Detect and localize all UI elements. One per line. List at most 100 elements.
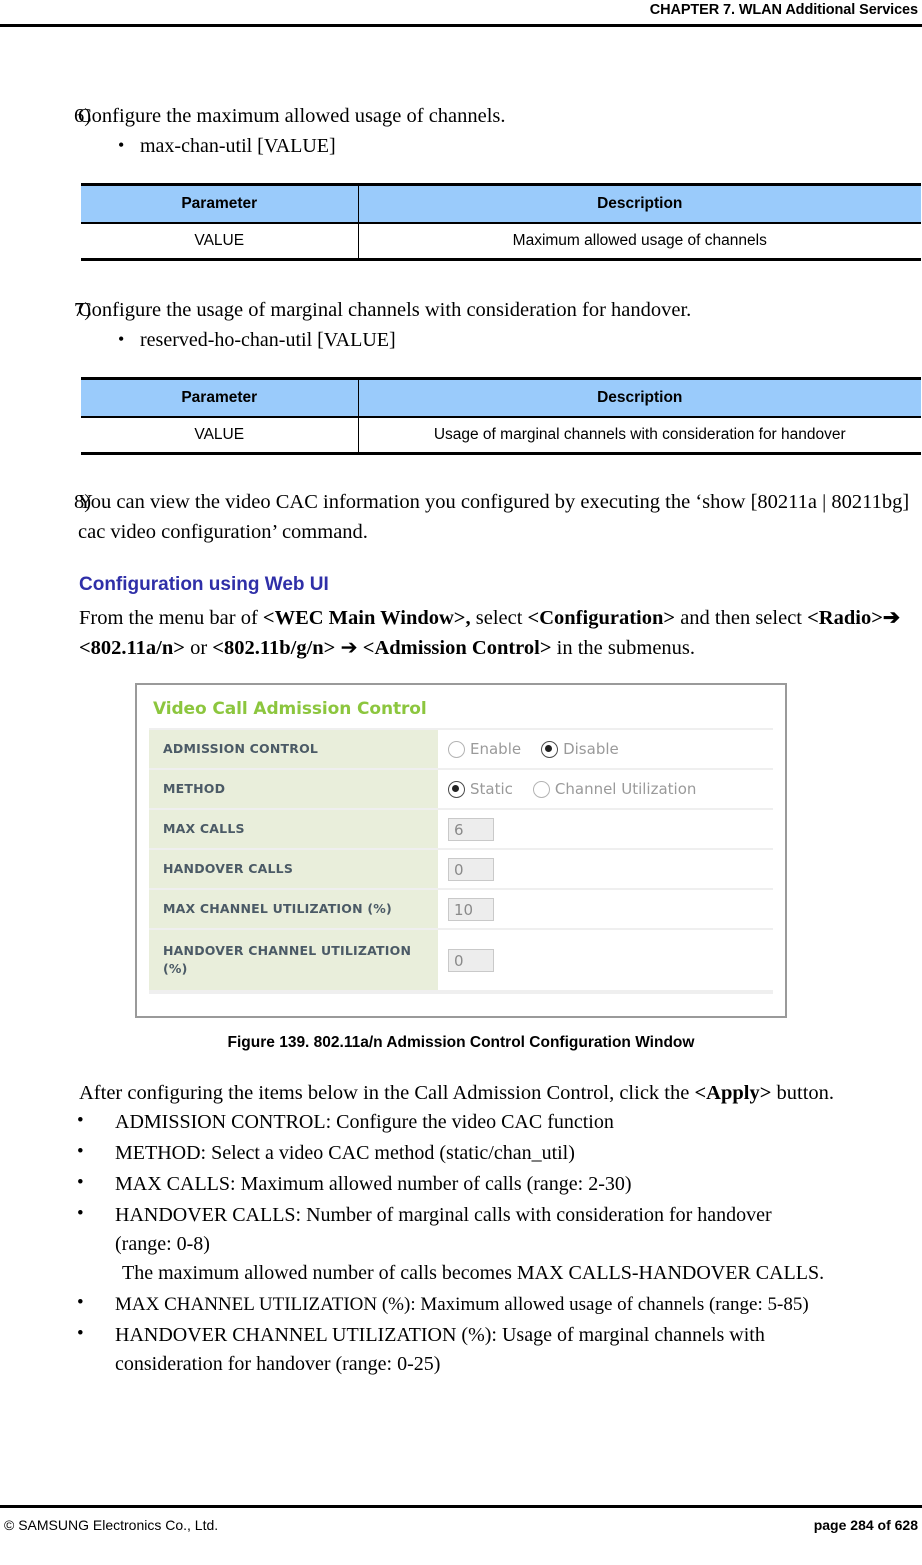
bullet-dot-icon: • — [77, 1203, 84, 1224]
list-item: • MAX CALLS: Maximum allowed number of c… — [0, 1170, 922, 1199]
footer-divider — [0, 1505, 922, 1508]
table-header-description: Description — [358, 183, 921, 224]
bullet-text-admission-control: ADMISSION CONTROL: Configure the video C… — [115, 1111, 614, 1133]
step-7: 7) Configure the usage of marginal chann… — [0, 295, 922, 325]
list-item: • METHOD: Select a video CAC method (sta… — [0, 1139, 922, 1168]
list-item: • HANDOVER CHANNEL UTILIZATION (%): Usag… — [0, 1321, 922, 1379]
bullet-dot-icon: • — [118, 329, 125, 349]
input-handover-channel-utilization[interactable]: 0 — [448, 948, 494, 972]
step-6-text: Configure the maximum allowed usage of c… — [78, 105, 506, 127]
form-row-handover-channel-utilization: HANDOVER CHANNEL UTILIZATION (%) 0 — [149, 928, 773, 992]
radio-option-enable[interactable]: Enable — [448, 740, 521, 758]
radio-checked-icon[interactable] — [448, 780, 465, 798]
par-text-1: From the menu bar of — [79, 607, 263, 629]
table-cell-description: Maximum allowed usage of channels — [358, 223, 921, 261]
list-item: • MAX CHANNEL UTILIZATION (%): Maximum a… — [0, 1290, 922, 1319]
radio-unchecked-icon[interactable] — [532, 780, 550, 798]
list-item: • HANDOVER CALLS: Number of marginal cal… — [0, 1201, 922, 1288]
apply-text-2: button. — [771, 1082, 835, 1104]
figure-caption: Figure 139. 802.11a/n Admission Control … — [227, 1034, 695, 1051]
chapter-title: CHAPTER 7. WLAN Additional Services — [649, 2, 918, 18]
input-max-channel-utilization[interactable]: 10 — [448, 897, 494, 921]
form-row-handover-calls: HANDOVER CALLS 0 — [149, 848, 773, 890]
table-cell-parameter: VALUE — [81, 417, 359, 455]
figure-webui-screenshot: Video Call Admission Control ADMISSION C… — [0, 683, 922, 1018]
table-header-parameter: Parameter — [81, 377, 359, 418]
step-6-command: • max-chan-util [VALUE] — [0, 131, 922, 161]
form-row-max-channel-utilization: MAX CHANNEL UTILIZATION (%) 10 — [149, 888, 773, 930]
radio-label-static: Static — [470, 780, 513, 798]
video-call-admission-control-panel: Video Call Admission Control ADMISSION C… — [135, 683, 787, 1018]
bullet-dot-icon: • — [77, 1172, 84, 1193]
radio-option-channel-utilization[interactable]: Channel Utilization — [532, 780, 697, 798]
step-7-command-text: reserved-ho-chan-util [VALUE] — [140, 329, 396, 351]
table-header-description: Description — [358, 377, 921, 418]
input-max-calls[interactable]: 6 — [448, 817, 494, 841]
value-method: Static Channel Utilization — [438, 768, 773, 810]
80211bgn-menu-ref: <802.11b/g/n> — [212, 637, 336, 659]
par-text-2: select — [470, 607, 528, 629]
table-cell-description: Usage of marginal channels with consider… — [358, 417, 921, 455]
label-method: METHOD — [149, 768, 438, 810]
page-footer: © SAMSUNG Electronics Co., Ltd. page 284… — [0, 1505, 922, 1565]
table-row: VALUE Usage of marginal channels with co… — [81, 417, 921, 455]
label-handover-channel-utilization: HANDOVER CHANNEL UTILIZATION (%) — [149, 928, 438, 992]
bullet-text-max-channel-utilization: MAX CHANNEL UTILIZATION (%): Maximum all… — [115, 1294, 809, 1315]
bullet-text-handover-channel-utilization-cont: consideration for handover (range: 0-25) — [115, 1353, 441, 1375]
bullet-text-handover-calls-note: The maximum allowed number of calls beco… — [122, 1262, 825, 1284]
step-6-command-text: max-chan-util [VALUE] — [140, 135, 336, 157]
radio-option-static[interactable]: Static — [448, 780, 513, 798]
par-text-4: or — [184, 637, 213, 659]
page-content: 6) Configure the maximum allowed usage o… — [0, 27, 922, 1381]
field-description-list: • ADMISSION CONTROL: Configure the video… — [0, 1108, 922, 1379]
step-7-command: • reserved-ho-chan-util [VALUE] — [0, 325, 922, 355]
value-max-calls: 6 — [438, 808, 773, 850]
par-text-3: and then select — [675, 607, 808, 629]
bullet-dot-icon: • — [77, 1141, 84, 1162]
bullet-dot-icon: • — [77, 1292, 84, 1313]
label-admission-control: ADMISSION CONTROL — [149, 728, 438, 770]
label-max-calls: MAX CALLS — [149, 808, 438, 850]
bullet-dot-icon: • — [77, 1323, 84, 1344]
parameter-table-reserved-ho-chan-util: Parameter Description VALUE Usage of mar… — [81, 377, 921, 455]
table-header-row: Parameter Description — [81, 377, 921, 418]
radio-label-disable: Disable — [563, 740, 619, 758]
radio-group-admission-control[interactable]: Enable Disable — [448, 740, 773, 758]
section-heading-configuration-using-web-ui: Configuration using Web UI — [79, 574, 329, 595]
value-handover-calls: 0 — [438, 848, 773, 890]
panel-title: Video Call Admission Control — [153, 699, 427, 719]
form-row-max-calls: MAX CALLS 6 — [149, 808, 773, 850]
step-8: 8) You can view the video CAC informatio… — [0, 487, 922, 547]
step-6: 6) Configure the maximum allowed usage o… — [0, 101, 922, 131]
apply-text-1: After configuring the items below in the… — [79, 1082, 695, 1104]
radio-menu-ref: <Radio>➔ — [807, 607, 901, 629]
input-handover-calls[interactable]: 0 — [448, 857, 494, 881]
radio-unchecked-icon[interactable] — [448, 740, 465, 758]
footer-copyright: © SAMSUNG Electronics Co., Ltd. — [4, 1517, 219, 1533]
table-header-row: Parameter Description — [81, 183, 921, 224]
radio-option-disable[interactable]: Disable — [541, 740, 619, 758]
table-header-parameter: Parameter — [81, 183, 359, 224]
configuration-menu-ref: <Configuration> — [527, 607, 676, 629]
bullet-text-handover-channel-utilization: HANDOVER CHANNEL UTILIZATION (%): Usage … — [115, 1324, 765, 1346]
bullet-dot-icon: • — [118, 135, 125, 155]
80211an-menu-ref: <802.11a/n> — [79, 637, 185, 659]
apply-instruction-paragraph: After configuring the items below in the… — [79, 1078, 922, 1108]
step-8-text: You can view the video CAC information y… — [78, 491, 910, 543]
radio-checked-icon[interactable] — [541, 740, 559, 758]
menu-path-paragraph: From the menu bar of <WEC Main Window>, … — [79, 603, 922, 663]
form-row-method: METHOD Static Channel Utilization — [149, 768, 773, 810]
wec-main-window-ref: <WEC Main Window>, — [262, 607, 471, 629]
footer-page-number: page 284 of 628 — [813, 1517, 918, 1533]
value-admission-control: Enable Disable — [438, 728, 773, 770]
list-item: • ADMISSION CONTROL: Configure the video… — [0, 1108, 922, 1137]
bullet-text-method: METHOD: Select a video CAC method (stati… — [115, 1142, 575, 1164]
radio-label-channel-utilization: Channel Utilization — [554, 780, 697, 798]
bullet-text-handover-calls-range: (range: 0-8) — [115, 1233, 210, 1255]
radio-label-enable: Enable — [470, 740, 522, 758]
label-max-channel-utilization: MAX CHANNEL UTILIZATION (%) — [149, 888, 438, 930]
admission-control-menu-ref: <Admission Control> — [362, 637, 552, 659]
bullet-dot-icon: • — [77, 1110, 84, 1131]
admission-control-form: ADMISSION CONTROL Enable Disable METHOD … — [149, 728, 773, 992]
radio-group-method[interactable]: Static Channel Utilization — [448, 780, 773, 798]
